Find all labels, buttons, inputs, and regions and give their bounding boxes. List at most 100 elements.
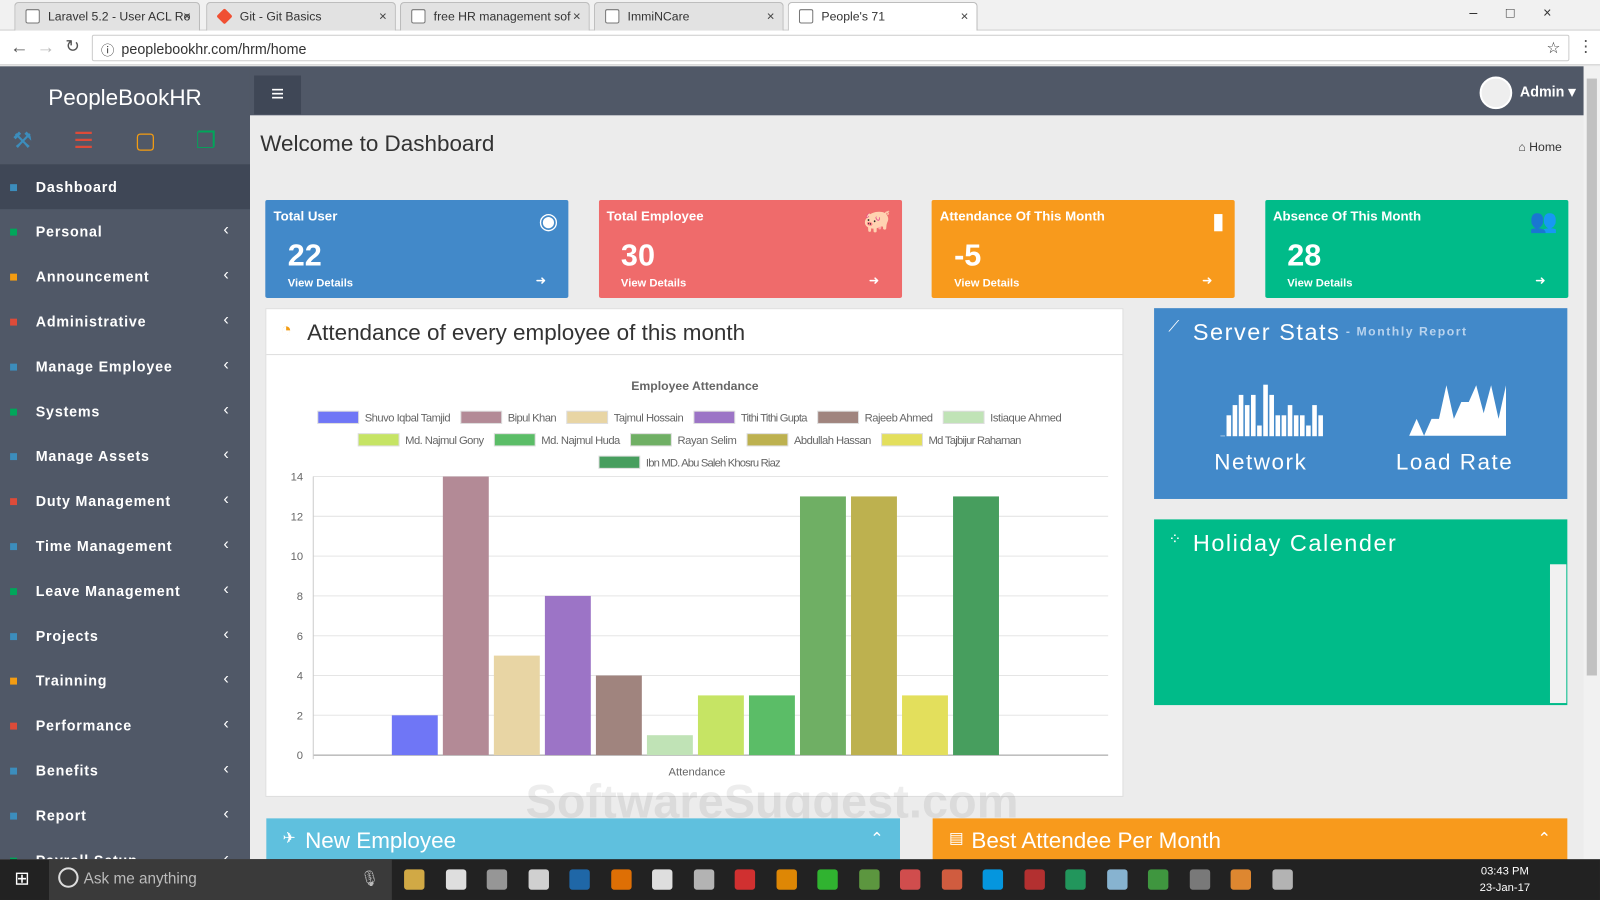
bar[interactable]	[391, 715, 438, 756]
star-icon[interactable]: ☆	[1546, 39, 1560, 57]
taskbar-app-icon[interactable]	[941, 869, 962, 890]
legend-label[interactable]: Rayan Selim	[677, 435, 736, 447]
bar[interactable]	[953, 496, 999, 756]
sidebar-item-manage-employee[interactable]: ■ Manage Employee ‹	[0, 344, 250, 389]
brand-logo[interactable]: PeopleBookHR	[0, 85, 250, 112]
taskbar-app-icon[interactable]	[982, 869, 1004, 890]
taskbar-app-icon[interactable]	[1106, 869, 1128, 890]
sidebar-item-projects[interactable]: ■ Projects ‹	[0, 613, 250, 658]
legend-label[interactable]: Rajeeb Ahmed	[865, 412, 933, 424]
taskbar-app-icon[interactable]	[734, 869, 756, 890]
close-icon[interactable]: ×	[767, 8, 775, 23]
taskbar-app-icon[interactable]	[817, 869, 838, 890]
taskbar-app-icon[interactable]	[1230, 869, 1252, 890]
browser-tab[interactable]: Laravel 5.2 - User ACL Ro ×	[14, 2, 200, 31]
sidebar-item-performance[interactable]: ■ Performance ‹	[0, 703, 250, 748]
bar[interactable]	[697, 695, 744, 756]
bar[interactable]	[799, 496, 846, 756]
taskbar-app-icon[interactable]	[1023, 869, 1045, 890]
sidebar-item-benefits[interactable]: ■ Benefits ‹	[0, 748, 250, 793]
bar[interactable]	[493, 655, 540, 756]
sidebar-item-personal[interactable]: ■ Personal ‹	[0, 209, 250, 254]
taskbar-app-icon[interactable]	[1189, 869, 1210, 890]
window-icon[interactable]: ❐	[196, 129, 220, 152]
legend-label[interactable]: Tajmul Hossain	[614, 412, 684, 424]
legend-label[interactable]: Tithi Tithi Gupta	[741, 412, 808, 424]
legend-label[interactable]: Md Tajbijur Rahaman	[929, 435, 1022, 447]
sidebar-item-dashboard[interactable]: ■ Dashboard	[0, 164, 250, 210]
legend-swatch[interactable]	[598, 455, 641, 469]
legend-swatch[interactable]	[317, 410, 360, 424]
sidebar-item-report[interactable]: ■ Report ‹	[0, 793, 250, 838]
square-icon[interactable]: ▢	[135, 129, 159, 152]
taskbar-app-icon[interactable]	[1147, 869, 1169, 890]
forward-icon[interactable]: →	[37, 37, 55, 58]
taskbar-app-icon[interactable]	[445, 869, 466, 890]
page-scrollbar[interactable]	[1583, 66, 1600, 860]
view-details-link[interactable]: View Details	[954, 278, 1019, 290]
legend-swatch[interactable]	[746, 433, 789, 447]
arrow-circle-right-icon[interactable]: ➜	[1202, 273, 1212, 287]
legend-label[interactable]: Md. Najmul Gony	[405, 435, 484, 447]
view-details-link[interactable]: View Details	[621, 278, 686, 290]
sidebar-item-manage-assets[interactable]: ■ Manage Assets ‹	[0, 434, 250, 479]
legend-label[interactable]: Md. Najmul Huda	[541, 435, 621, 447]
menu-icon[interactable]: ⋮	[1578, 37, 1594, 57]
sidebar-item-systems[interactable]: ■ Systems ‹	[0, 389, 250, 434]
breadcrumb[interactable]: ⌂ Home	[1518, 140, 1561, 154]
taskbar-app-icon[interactable]	[1065, 869, 1086, 890]
user-menu[interactable]: Admin ▾	[1479, 76, 1575, 110]
legend-label[interactable]: Istiaque Ahmed	[990, 412, 1062, 424]
bar[interactable]	[442, 476, 489, 756]
legend-swatch[interactable]	[566, 410, 609, 424]
taskbar-app-icon[interactable]	[404, 869, 425, 890]
legend-swatch[interactable]	[881, 433, 923, 447]
legend-swatch[interactable]	[817, 410, 860, 424]
collapse-icon[interactable]: ⌃	[870, 829, 884, 849]
reload-icon[interactable]: ↻	[65, 37, 80, 57]
taskbar-app-icon[interactable]	[1271, 869, 1293, 890]
collapse-icon[interactable]: ⌃	[1537, 829, 1551, 849]
legend-swatch[interactable]	[493, 433, 536, 447]
taskbar-app-icon[interactable]	[776, 869, 797, 890]
legend-swatch[interactable]	[357, 433, 400, 447]
browser-tab-active[interactable]: People's 71 ×	[787, 2, 978, 31]
sidebar-item-announcement[interactable]: ■ Announcement ‹	[0, 254, 250, 299]
bar[interactable]	[544, 595, 591, 756]
browser-tab[interactable]: Git - Git Basics ×	[206, 2, 396, 31]
arrow-circle-right-icon[interactable]: ➜	[869, 273, 879, 287]
windows-start-icon[interactable]: ⊞	[14, 868, 29, 889]
list-icon[interactable]: ☰	[73, 129, 97, 152]
close-icon[interactable]: ×	[573, 8, 581, 23]
url-input[interactable]: ⓘ peoplebookhr.com/hrm/home ☆	[91, 34, 1570, 62]
legend-label[interactable]: Bipul Khan	[508, 412, 557, 424]
legend-label[interactable]: Abdullah Hassan	[794, 435, 871, 447]
view-details-link[interactable]: View Details	[288, 278, 353, 290]
sidebar-item-administrative[interactable]: ■ Administrative ‹	[0, 299, 250, 344]
browser-tab[interactable]: ImmiNCare ×	[593, 2, 784, 31]
scrollbar[interactable]	[1549, 564, 1567, 704]
window-controls[interactable]: –□×	[1469, 4, 1580, 20]
taskbar-app-icon[interactable]	[899, 869, 921, 890]
bar[interactable]	[646, 735, 693, 756]
browser-tab[interactable]: free HR management sof ×	[399, 2, 590, 31]
bar[interactable]	[902, 695, 948, 756]
sidebar-item-leave-management[interactable]: ■ Leave Management ‹	[0, 568, 250, 613]
taskbar-app-icon[interactable]	[652, 869, 673, 890]
sidebar-item-time-management[interactable]: ■ Time Management ‹	[0, 523, 250, 568]
close-icon[interactable]: ×	[379, 8, 387, 23]
legend-label[interactable]: Shuvo Iqbal Tamjid	[365, 412, 451, 424]
legend-swatch[interactable]	[942, 410, 985, 424]
legend-label[interactable]: Ibn MD. Abu Saleh Khosru Riaz	[646, 457, 781, 469]
arrow-circle-right-icon[interactable]: ➜	[1535, 273, 1545, 287]
taskbar-app-icon[interactable]	[693, 869, 714, 890]
taskbar-app-icon[interactable]	[528, 869, 549, 890]
bar[interactable]	[595, 675, 642, 756]
bar[interactable]	[748, 695, 795, 756]
sidebar-item-duty-management[interactable]: ■ Duty Management ‹	[0, 479, 250, 524]
taskbar-app-icon[interactable]	[610, 869, 632, 890]
back-icon[interactable]: ←	[10, 37, 28, 58]
legend-swatch[interactable]	[693, 410, 736, 424]
view-details-link[interactable]: View Details	[1287, 278, 1352, 290]
arrow-circle-right-icon[interactable]: ➜	[536, 273, 546, 287]
